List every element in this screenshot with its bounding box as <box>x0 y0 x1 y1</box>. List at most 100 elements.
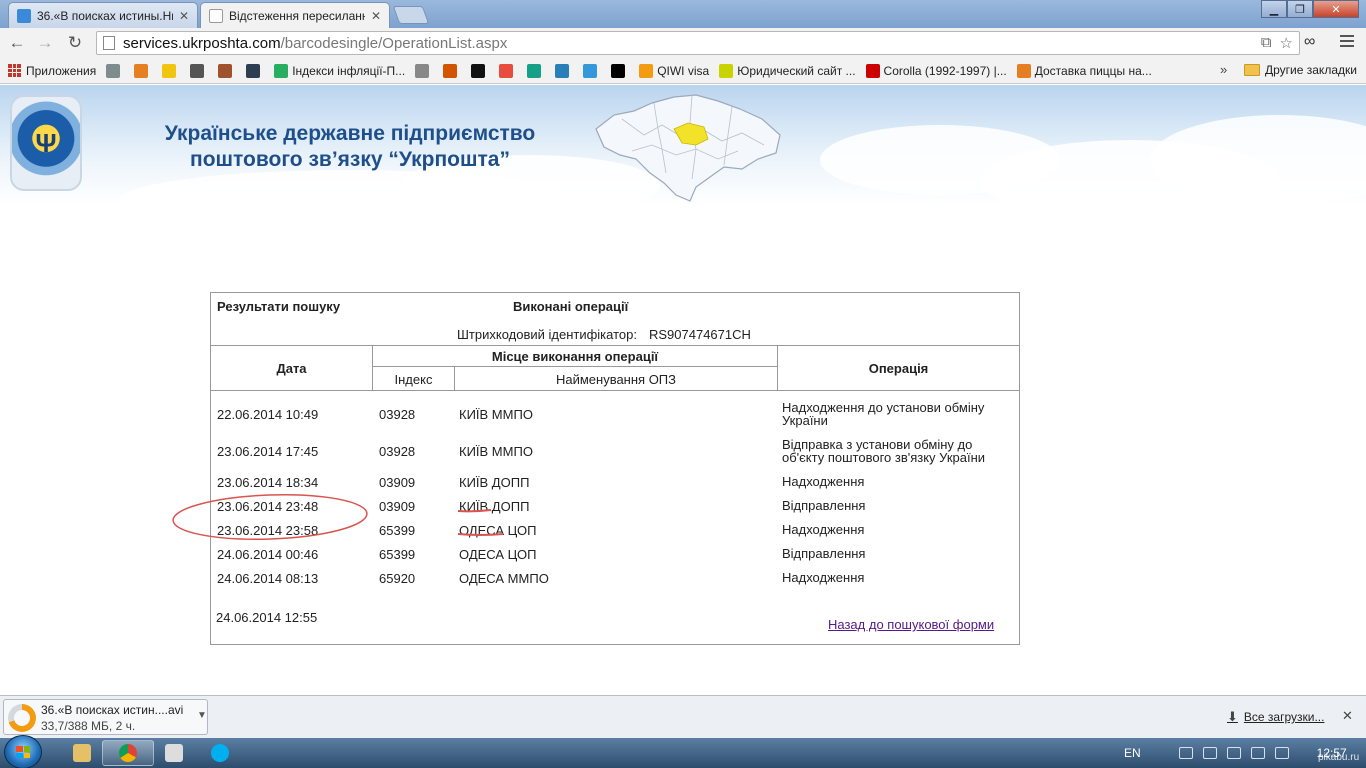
bookmark-favicon-icon <box>415 63 430 78</box>
close-icon[interactable]: ✕ <box>179 9 189 23</box>
maximize-button[interactable]: ❐ <box>1287 0 1313 18</box>
network-icon[interactable] <box>1202 747 1217 759</box>
bookmark-item[interactable] <box>471 63 489 78</box>
bookmark-item[interactable]: Доставка пиццы на... <box>1016 63 1152 78</box>
bookmark-item[interactable]: QIWI visa <box>639 63 710 78</box>
new-tab-button[interactable] <box>392 6 430 24</box>
show-all-downloads-link[interactable]: ⬇ Все загрузки... <box>1227 709 1324 725</box>
taskbar-explorer[interactable] <box>56 740 108 766</box>
row-date: 24.06.2014 00:46 <box>217 547 319 562</box>
row-index: 03928 <box>379 444 416 459</box>
row-office-name: ОДЕСА ЦОП <box>459 523 537 538</box>
barcode-label: Штрихкодовий ідентифікатор: <box>457 327 637 342</box>
app-grid-icon <box>165 744 183 762</box>
row-office-name: ОДЕСА ЦОП <box>459 547 537 562</box>
download-item[interactable]: 36.«В поисках истин....avi 33,7/388 МБ, … <box>3 699 208 735</box>
bookmark-favicon-icon <box>611 63 626 78</box>
tab-tracking[interactable]: Відстеження пересиланн ✕ <box>200 2 390 28</box>
translate-icon[interactable]: ⧉ <box>1261 34 1272 52</box>
bookmarks-more-button[interactable]: » <box>1220 62 1227 77</box>
taskbar: EN 12:57 <box>0 735 1366 768</box>
taskbar-skype[interactable] <box>194 740 246 766</box>
bookmark-item[interactable]: Corolla (1992-1997) |... <box>865 63 1007 78</box>
bookmark-favicon-icon <box>274 63 289 78</box>
bookmark-item[interactable]: Юридический сайт ... <box>719 63 856 78</box>
bookmark-item[interactable] <box>246 63 264 78</box>
taskbar-chrome[interactable] <box>102 740 154 766</box>
close-window-button[interactable]: ✕ <box>1313 0 1359 18</box>
download-file-name: 36.«В поисках истин....avi <box>41 703 184 717</box>
chevron-down-icon[interactable]: ▼ <box>197 710 207 721</box>
bookmark-favicon-icon <box>583 63 598 78</box>
reload-icon[interactable]: ↻ <box>63 32 87 54</box>
watermark: pikabu.ru <box>1318 752 1360 763</box>
bookmark-favicon-icon <box>1016 63 1031 78</box>
operations-heading: Виконані операції <box>513 299 629 314</box>
star-icon[interactable]: ☆ <box>1280 34 1293 52</box>
back-to-search-link[interactable]: Назад до пошукової форми <box>828 617 994 632</box>
bookmark-item[interactable] <box>527 63 545 78</box>
download-shelf: 36.«В поисках истин....avi 33,7/388 МБ, … <box>0 695 1366 738</box>
bookmark-item[interactable] <box>583 63 601 78</box>
bookmark-item[interactable]: Приложения <box>8 64 96 78</box>
row-office-name: КИЇВ ДОПП <box>459 475 530 490</box>
back-arrow-icon[interactable]: ← <box>5 32 29 54</box>
tab-video[interactable]: 36.«В поисках истины.Ни ✕ <box>8 2 198 28</box>
bookmark-item[interactable] <box>499 63 517 78</box>
tray-device-icon[interactable] <box>1178 747 1193 759</box>
page-icon <box>209 8 223 23</box>
bookmark-label: Приложения <box>26 63 97 78</box>
row-operation: Надходження <box>782 570 865 585</box>
bookmark-favicon-icon <box>218 63 233 78</box>
row-office-name: КИЇВ ДОПП <box>459 499 530 514</box>
volume-icon[interactable] <box>1226 747 1241 759</box>
bookmark-label: Corolla (1992-1997) |... <box>883 63 1007 78</box>
bookmark-favicon-icon <box>471 63 486 78</box>
language-indicator[interactable]: EN <box>1124 746 1141 760</box>
bookmark-label: QIWI visa <box>657 63 710 78</box>
start-button[interactable] <box>4 735 42 768</box>
bookmark-item[interactable]: Індекси інфляції-П... <box>274 63 405 78</box>
barcode-line: Штрихкодовий ідентифікатор: RS907474671CH <box>457 327 751 342</box>
tab-title: 36.«В поисках истины.Ни <box>37 8 173 23</box>
row-index: 03909 <box>379 475 416 490</box>
close-icon[interactable]: ✕ <box>1342 708 1353 724</box>
bookmark-item[interactable] <box>555 63 573 78</box>
menu-icon[interactable] <box>1338 32 1356 50</box>
bookmark-item[interactable] <box>415 63 433 78</box>
bookmark-item[interactable] <box>443 63 461 78</box>
bookmark-favicon-icon <box>527 63 542 78</box>
bookmark-item[interactable] <box>106 63 124 78</box>
tab-strip: 36.«В поисках истины.Ни ✕ Відстеження пе… <box>0 0 1366 28</box>
bookmark-item[interactable] <box>162 63 180 78</box>
other-bookmarks[interactable]: Другие закладки <box>1244 63 1357 77</box>
download-arrow-icon: ⬇ <box>1227 709 1238 724</box>
bookmark-favicon-icon <box>162 63 177 78</box>
flag-icon[interactable] <box>1274 747 1289 759</box>
forward-arrow-icon[interactable]: → <box>33 32 57 54</box>
download-progress-icon <box>8 704 36 732</box>
row-index: 65920 <box>379 571 416 586</box>
bookmark-favicon-icon <box>719 63 734 78</box>
header-banner: Ψ Українське державне підприємство пошто… <box>0 85 1366 205</box>
close-icon[interactable]: ✕ <box>371 9 381 23</box>
row-operation: Відправка з установи обміну до об'єкту п… <box>782 437 986 465</box>
minimize-button[interactable]: ▁ <box>1261 0 1287 18</box>
row-operation: Відправлення <box>782 498 866 513</box>
row-index: 65399 <box>379 547 416 562</box>
bookmark-item[interactable] <box>134 63 152 78</box>
apps-icon <box>8 64 21 77</box>
ukrposhta-emblem: Ψ <box>10 95 82 191</box>
bookmark-item[interactable] <box>190 63 208 78</box>
column-index: Індекс <box>394 371 433 387</box>
bookmark-favicon-icon <box>555 63 570 78</box>
extension-icon[interactable]: ∞ <box>1304 33 1315 51</box>
update-icon[interactable] <box>1250 747 1265 759</box>
bookmark-label: Доставка пиццы на... <box>1034 63 1152 78</box>
taskbar-app[interactable] <box>148 740 200 766</box>
address-bar[interactable]: services.ukrposhta.com/barcodesingle/Ope… <box>96 31 1300 55</box>
weather-icon <box>17 8 31 23</box>
bookmark-item[interactable] <box>611 63 629 78</box>
url-path: /barcodesingle/OperationList.aspx <box>280 34 508 52</box>
bookmark-item[interactable] <box>218 63 236 78</box>
